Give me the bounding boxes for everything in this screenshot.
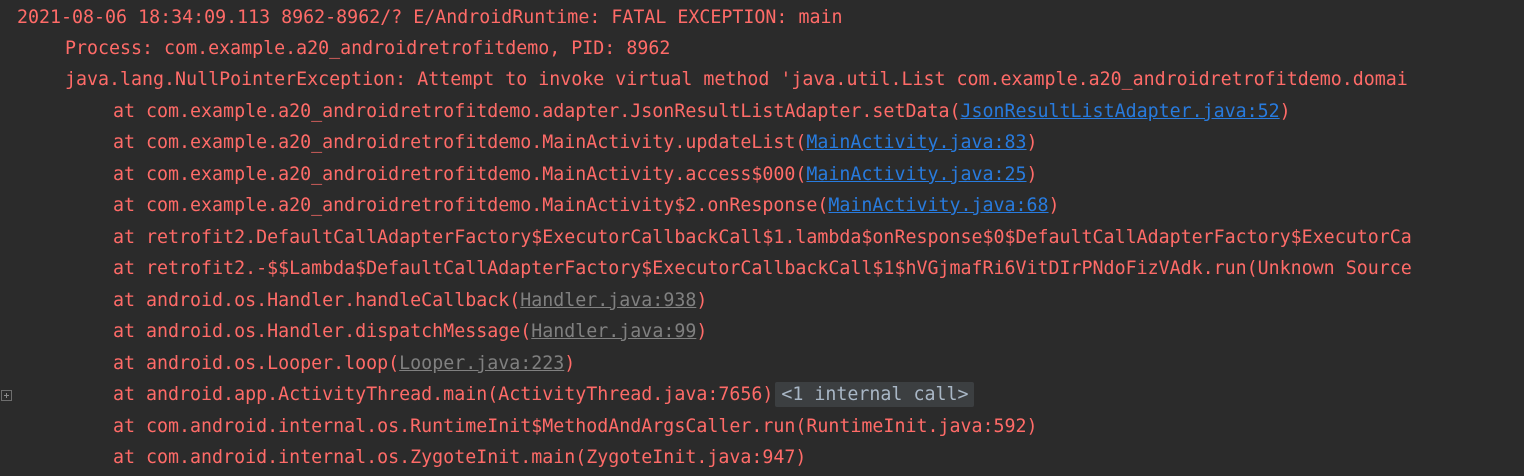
stack-frame: at com.example.a20_androidretrofitdemo.M… [0, 190, 1060, 222]
stack-frame-suffix: ) [696, 321, 708, 342]
stack-frame-suffix: ) [1279, 101, 1291, 122]
source-link[interactable]: Handler.java:938 [520, 290, 696, 311]
stack-frame-text: at android.os.Handler.dispatchMessage( [113, 321, 532, 342]
stack-frame-suffix: ) [1026, 132, 1038, 153]
log-exception-line: java.lang.NullPointerException: Attempt … [0, 64, 1408, 96]
internal-call-fold-badge[interactable]: <1 internal call> [775, 382, 975, 407]
log-process-text: Process: com.example.a20_androidretrofit… [65, 38, 671, 59]
source-link[interactable]: MainActivity.java:68 [828, 195, 1048, 216]
stack-frame: at com.example.a20_androidretrofitdemo.M… [0, 159, 1038, 191]
stack-frame-suffix: ) [1048, 195, 1060, 216]
log-header-text: 2021-08-06 18:34:09.113 8962-8962/? E/An… [17, 7, 843, 28]
stack-frame-text: at com.android.internal.os.RuntimeInit$M… [113, 416, 1038, 437]
stack-frame-text: at android.os.Looper.loop( [113, 353, 400, 374]
stack-frame-text: at com.example.a20_androidretrofitdemo.M… [113, 195, 829, 216]
logcat-console: 2021-08-06 18:34:09.113 8962-8962/? E/An… [0, 0, 1524, 476]
stack-frame: at com.android.internal.os.RuntimeInit$M… [0, 411, 1038, 443]
stack-frame-text: at com.android.internal.os.ZygoteInit.ma… [113, 447, 807, 468]
stack-frame-text: at com.example.a20_androidretrofitdemo.M… [113, 164, 807, 185]
stack-frame-text: at retrofit2.-$$Lambda$DefaultCallAdapte… [113, 258, 1412, 279]
stack-frame: at android.app.ActivityThread.main(Activ… [0, 379, 975, 411]
stack-frame: at android.os.Looper.loop(Looper.java:22… [0, 348, 575, 380]
stack-frame: at com.example.a20_androidretrofitdemo.a… [0, 96, 1291, 128]
stack-frame: at com.android.internal.os.ZygoteInit.ma… [0, 442, 806, 474]
log-header-line: 2021-08-06 18:34:09.113 8962-8962/? E/An… [0, 2, 842, 34]
stack-frame-text: at android.os.Handler.handleCallback( [113, 290, 521, 311]
stack-frame: at com.example.a20_androidretrofitdemo.M… [0, 127, 1038, 159]
source-link[interactable]: Looper.java:223 [399, 353, 564, 374]
stack-frame: at retrofit2.-$$Lambda$DefaultCallAdapte… [0, 253, 1412, 285]
stack-frame-text: at retrofit2.DefaultCallAdapterFactory$E… [113, 227, 1412, 248]
source-link[interactable]: MainActivity.java:83 [806, 132, 1026, 153]
source-link[interactable]: JsonResultListAdapter.java:52 [960, 101, 1279, 122]
log-process-line: Process: com.example.a20_androidretrofit… [0, 33, 670, 65]
stack-frame-suffix: ) [1026, 164, 1038, 185]
stack-frame-text: at com.example.a20_androidretrofitdemo.M… [113, 132, 807, 153]
stack-frame-text: at com.example.a20_androidretrofitdemo.a… [113, 101, 961, 122]
stack-frame-text: at android.app.ActivityThread.main(Activ… [113, 384, 774, 405]
stack-frame: at android.os.Handler.handleCallback(Han… [0, 285, 707, 317]
stack-frame-suffix: ) [696, 290, 708, 311]
stack-frame-suffix: ) [564, 353, 576, 374]
log-exception-text: java.lang.NullPointerException: Attempt … [65, 69, 1408, 90]
source-link[interactable]: MainActivity.java:25 [806, 164, 1026, 185]
stack-frame: at retrofit2.DefaultCallAdapterFactory$E… [0, 222, 1412, 254]
source-link[interactable]: Handler.java:99 [531, 321, 696, 342]
stack-frame: at android.os.Handler.dispatchMessage(Ha… [0, 316, 707, 348]
